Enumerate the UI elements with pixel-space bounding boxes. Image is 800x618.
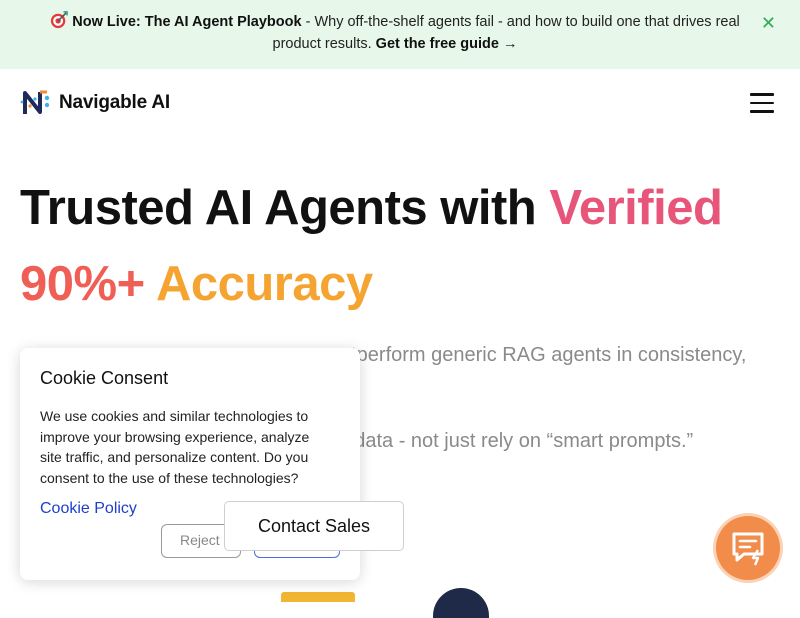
banner-cta-link[interactable]: Get the free guide →: [376, 36, 518, 52]
navigable-logo-icon: [20, 90, 50, 114]
target-icon: [51, 11, 69, 29]
chat-support-icon: [732, 532, 764, 566]
close-icon[interactable]: ✕: [761, 13, 776, 34]
hero-title-highlight: Verified: [549, 181, 723, 235]
cookie-policy-link[interactable]: Cookie Policy: [40, 500, 137, 518]
hero-title-part1: Trusted AI Agents with: [20, 181, 550, 235]
hero-title-line2: 90%+ Accuracy: [20, 256, 373, 312]
chat-support-button[interactable]: [716, 516, 780, 580]
decorative-shape-yellow: [281, 592, 355, 602]
hero-accuracy-number: 90%+: [20, 257, 156, 311]
cookie-title: Cookie Consent: [40, 368, 169, 388]
announcement-banner: Now Live: The AI Agent Playbook - Why of…: [0, 0, 800, 69]
cookie-body: We use cookies and similar technologies …: [40, 408, 310, 486]
hero-subtitle-2: r data - not just rely on “smart prompts…: [342, 430, 694, 452]
banner-highlight: Now Live: The AI Agent Playbook: [72, 14, 302, 30]
decorative-shape-navy: [433, 588, 489, 618]
banner-text: Now Live: The AI Agent Playbook - Why of…: [40, 11, 750, 55]
site-logo[interactable]: Navigable AI: [20, 88, 170, 118]
hero-subtitle-1: utperform generic RAG agents in consiste…: [340, 344, 747, 366]
hero-title-line1: Trusted AI Agents with Verified: [20, 180, 723, 236]
hamburger-menu-icon[interactable]: [750, 93, 774, 113]
logo-text: Navigable AI: [59, 92, 170, 113]
hero-accuracy-word: Accuracy: [155, 257, 373, 311]
contact-sales-button[interactable]: Contact Sales: [224, 501, 404, 551]
